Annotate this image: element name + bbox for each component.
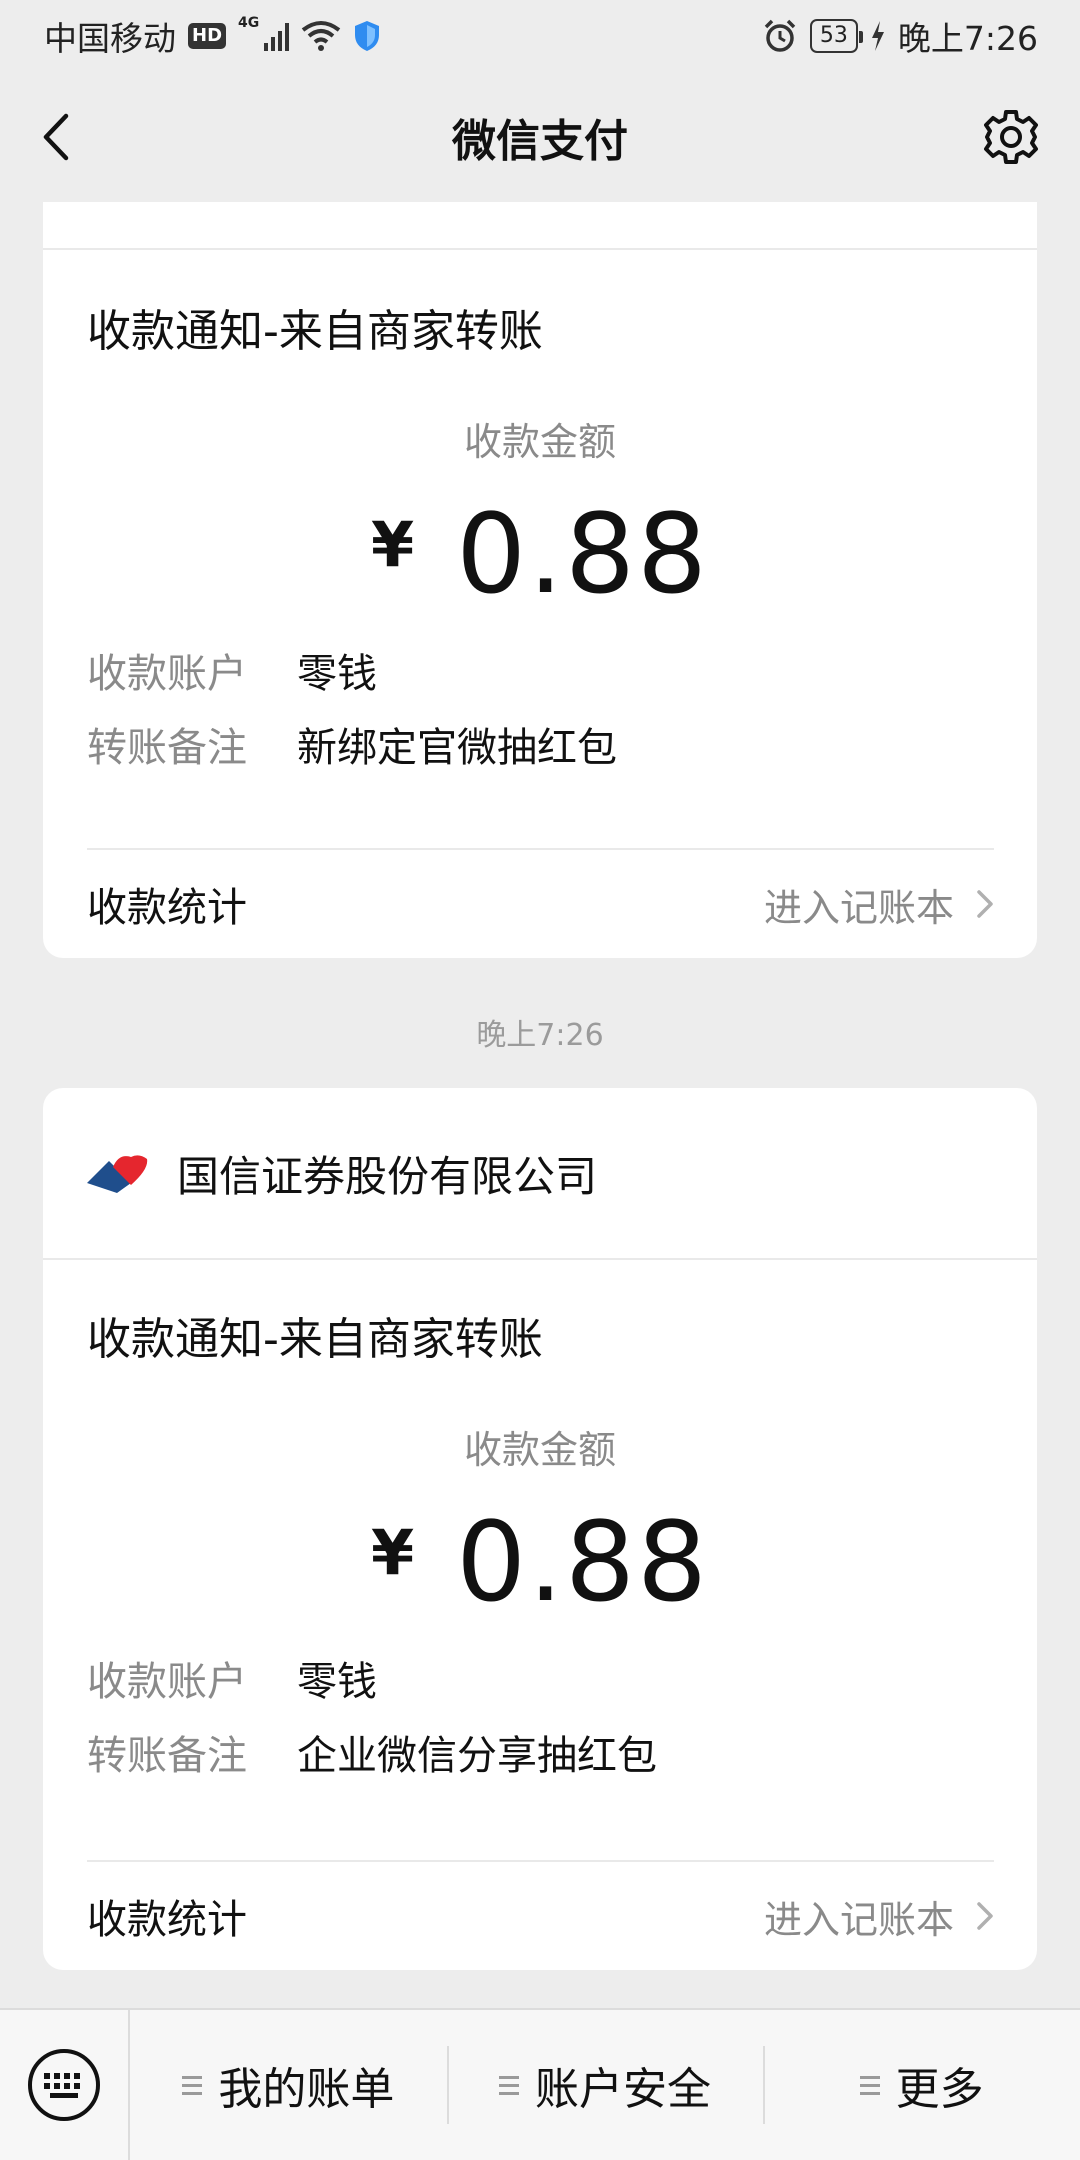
back-arrow-icon[interactable] (36, 110, 76, 164)
account-label: 收款账户 (87, 651, 247, 697)
stats-label: 收款统计 (87, 885, 247, 931)
carrier-label: 中国移动 (44, 19, 176, 58)
merchant-name: 国信证券股份有限公司 (177, 1151, 598, 1201)
account-row: 收款账户 零钱 (87, 646, 1037, 702)
charging-icon (871, 21, 884, 51)
keyboard-toggle-button[interactable] (0, 2010, 130, 2160)
remark-value: 企业微信分享抽红包 (297, 1733, 657, 1779)
amount-label: 收款金额 (463, 420, 616, 464)
menu-icon (499, 2075, 519, 2095)
menu-icon (182, 2075, 203, 2095)
menu-my-bills[interactable]: 我的账单 (130, 2010, 447, 2160)
stats-row[interactable]: 收款统计 进入记账本 (87, 1860, 994, 1970)
battery-indicator: 53 (809, 19, 863, 53)
merchant-header[interactable]: 国信证券股份有限公司 (43, 1088, 1037, 1260)
status-bar: 中国移动 HD 4G 53 晚上7:26 (0, 0, 1080, 72)
remark-row: 转账备注 新绑定官微抽红包 (87, 720, 1037, 776)
message-card[interactable]: 国信证券股份有限公司 收款通知-来自商家转账 收款金额 ¥ 0.88 收款账户 … (43, 1088, 1037, 1970)
wifi-icon (301, 21, 341, 51)
menu-account-security[interactable]: 账户安全 (446, 2010, 764, 2160)
ledger-link-label: 进入记账本 (763, 885, 954, 930)
shield-icon (355, 21, 380, 51)
account-row: 收款账户 零钱 (87, 1654, 1037, 1710)
chevron-right-icon (977, 1902, 993, 1930)
page-title: 微信支付 (452, 116, 628, 167)
hd-badge: HD (188, 23, 227, 49)
message-card[interactable]: 收款通知-来自商家转账 收款金额 ¥ 0.88 收款账户 零钱 转账备注 新绑定… (43, 202, 1037, 958)
currency-symbol: ¥ (370, 1516, 415, 1589)
amount-label: 收款金额 (463, 1428, 616, 1472)
remark-value: 新绑定官微抽红包 (297, 725, 617, 771)
ledger-link-label: 进入记账本 (763, 1897, 954, 1942)
ledger-link[interactable]: 进入记账本 (764, 877, 994, 932)
nav-bar: 微信支付 (0, 72, 1080, 202)
menu-icon (859, 2075, 880, 2095)
chevron-right-icon (977, 890, 993, 918)
remark-label: 转账备注 (87, 725, 247, 771)
menu-label: 账户安全 (535, 2064, 711, 2115)
ledger-link[interactable]: 进入记账本 (764, 1889, 994, 1944)
account-value: 零钱 (297, 651, 377, 697)
currency-symbol: ¥ (370, 508, 415, 581)
keyboard-icon (28, 2049, 100, 2121)
alarm-icon (764, 19, 796, 52)
notice-title: 收款通知-来自商家转账 (87, 1314, 543, 1365)
stats-label: 收款统计 (87, 1897, 247, 1943)
notice-title: 收款通知-来自商家转账 (87, 306, 543, 357)
amount-value: 0.88 (456, 490, 710, 618)
menu-label: 我的账单 (218, 2064, 395, 2115)
amount-value: 0.88 (456, 1498, 710, 1626)
network-type: 4G (238, 15, 260, 31)
amount: ¥ 0.88 (43, 1498, 1037, 1626)
remark-label: 转账备注 (87, 1733, 247, 1779)
amount: ¥ 0.88 (43, 490, 1037, 618)
merchant-logo-icon (87, 1155, 148, 1193)
menu-label: 更多 (895, 2064, 984, 2115)
divider (43, 202, 1037, 250)
account-label: 收款账户 (87, 1659, 247, 1705)
stats-row[interactable]: 收款统计 进入记账本 (87, 848, 994, 958)
clock: 晚上7:26 (897, 19, 1038, 58)
menu-more[interactable]: 更多 (763, 2010, 1080, 2160)
bottom-menu-bar: 我的账单 账户安全 更多 (0, 2008, 1080, 2160)
gear-icon[interactable] (982, 108, 1040, 166)
signal-icon: 4G (238, 15, 290, 51)
message-timestamp: 晚上7:26 (476, 1018, 604, 1053)
remark-row: 转账备注 企业微信分享抽红包 (87, 1728, 1037, 1784)
account-value: 零钱 (297, 1659, 377, 1705)
